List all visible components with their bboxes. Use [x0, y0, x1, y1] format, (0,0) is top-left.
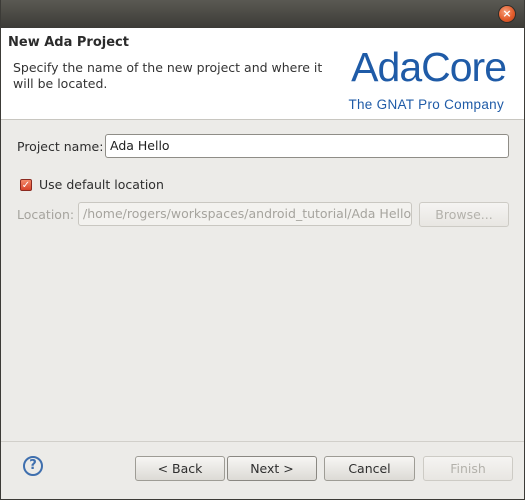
- logo-wordmark: AdaCore: [351, 44, 507, 90]
- checkbox-checked-icon: ✓: [21, 180, 31, 191]
- help-icon[interactable]: ?: [23, 456, 43, 476]
- location-label: Location:: [17, 207, 75, 222]
- title-bar: ×: [1, 0, 524, 28]
- project-name-label: Project name:: [17, 139, 104, 154]
- finish-button[interactable]: Finish: [423, 456, 513, 481]
- wizard-header: New Ada Project Specify the name of the …: [1, 28, 524, 120]
- footer-separator: [1, 441, 524, 442]
- new-ada-project-dialog: × New Ada Project Specify the name of th…: [0, 0, 525, 500]
- adacore-logo: AdaCore The GNAT Pro Company: [338, 44, 507, 116]
- next-button[interactable]: Next >: [227, 456, 317, 481]
- page-description: Specify the name of the new project and …: [13, 60, 323, 91]
- use-default-location-checkbox[interactable]: ✓: [20, 179, 32, 191]
- cancel-button[interactable]: Cancel: [324, 456, 415, 481]
- logo-tagline: The GNAT Pro Company: [348, 97, 504, 112]
- location-input[interactable]: /home/rogers/workspaces/android_tutorial…: [78, 202, 412, 226]
- page-title: New Ada Project: [8, 35, 129, 50]
- browse-button[interactable]: Browse...: [419, 202, 509, 227]
- use-default-location-label: Use default location: [39, 177, 164, 192]
- project-name-input[interactable]: Ada Hello: [105, 134, 509, 158]
- close-icon[interactable]: ×: [499, 6, 515, 22]
- back-button[interactable]: < Back: [135, 456, 225, 481]
